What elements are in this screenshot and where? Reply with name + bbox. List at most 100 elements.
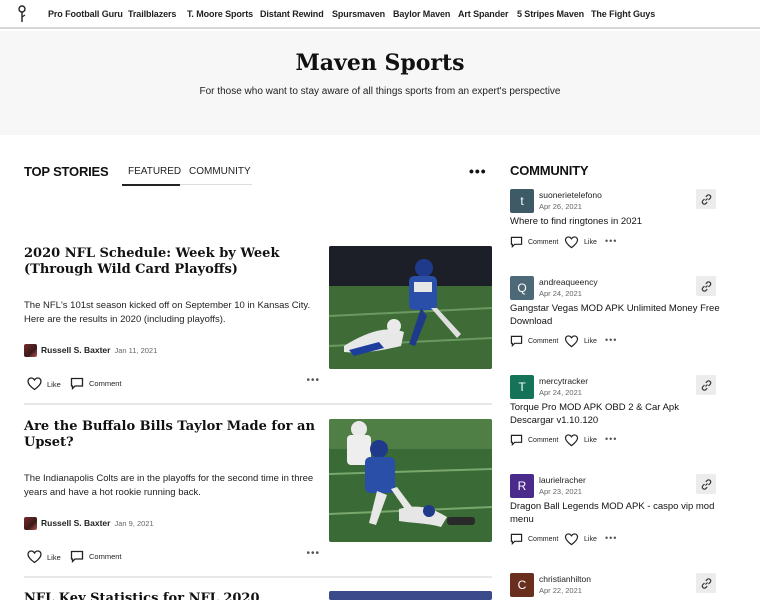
article-more-icon[interactable]: ••• <box>306 548 320 559</box>
nav-item-5-stripes-maven[interactable]: 5 Stripes Maven <box>517 9 584 19</box>
tab-featured[interactable]: FEATURED <box>122 166 181 186</box>
comment-button[interactable]: Comment <box>70 377 122 390</box>
user-avatar[interactable]: C <box>510 573 534 597</box>
article-image[interactable] <box>329 591 492 600</box>
top-stories-heading: TOP STORIES <box>24 164 109 179</box>
top-stories-more-icon[interactable]: ••• <box>469 163 487 179</box>
post-actions: Comment Like ••• <box>510 236 720 250</box>
top-navigation: Pro Football Guru Trailblazers T. Moore … <box>0 0 760 29</box>
comment-label: Comment <box>528 436 559 444</box>
post-title[interactable]: Where to find ringtones in 2021 <box>510 215 720 228</box>
community-post: Q andreaqueency Apr 24, 2021 Gangstar Ve… <box>510 276 720 351</box>
comment-label: Comment <box>528 238 559 246</box>
post-username[interactable]: andreaqueency <box>539 277 598 287</box>
article-title[interactable]: 2020 NFL Schedule: Week by Week (Through… <box>24 246 320 278</box>
heart-icon <box>564 335 579 348</box>
comment-icon <box>510 236 523 248</box>
site-tagline: For those who want to stay aware of all … <box>199 86 561 97</box>
like-button[interactable]: Like <box>27 377 61 391</box>
post-more-icon[interactable]: ••• <box>605 236 617 246</box>
nav-item-the-fight-guys[interactable]: The Fight Guys <box>591 9 655 19</box>
nav-item-distant-rewind[interactable]: Distant Rewind <box>260 9 324 19</box>
like-label: Like <box>584 536 597 543</box>
article-actions: Like Comment ••• <box>24 375 320 393</box>
link-icon <box>701 280 711 292</box>
like-button[interactable]: Like <box>564 434 597 447</box>
comment-icon <box>510 533 523 545</box>
comment-button[interactable]: Comment <box>510 335 558 347</box>
post-username[interactable]: christianhilton <box>539 574 591 584</box>
post-more-icon[interactable]: ••• <box>605 533 617 543</box>
nav-item-spursmaven[interactable]: Spursmaven <box>332 9 385 19</box>
share-link-button[interactable] <box>696 474 716 494</box>
post-username[interactable]: suonerietelefono <box>539 190 602 200</box>
post-title[interactable]: Dragon Ball Legends MOD APK - caspo vip … <box>510 500 720 526</box>
article-divider <box>24 576 492 578</box>
comment-button[interactable]: Comment <box>70 550 122 563</box>
article-byline: Russell S. Baxter Jan 11, 2021 <box>24 343 157 357</box>
user-avatar[interactable]: R <box>510 474 534 498</box>
comment-button[interactable]: Comment <box>510 236 558 248</box>
post-more-icon[interactable]: ••• <box>605 434 617 444</box>
article-byline: Russell S. Baxter Jan 9, 2021 <box>24 516 154 530</box>
link-icon <box>701 577 711 589</box>
article-date: Jan 9, 2021 <box>114 518 154 528</box>
comment-button[interactable]: Comment <box>510 533 558 545</box>
author-name[interactable]: Russell S. Baxter <box>41 518 110 528</box>
like-button[interactable]: Like <box>564 533 597 546</box>
nav-item-pro-football-guru[interactable]: Pro Football Guru <box>48 9 123 19</box>
link-icon <box>701 193 711 205</box>
post-title[interactable]: Torque Pro MOD APK OBD 2 & Car Apk Desca… <box>510 401 720 427</box>
maven-logo-icon[interactable] <box>16 5 28 23</box>
article-title[interactable]: NFL Key Statistics for NFL 2020 (Through <box>24 591 324 600</box>
comment-button[interactable]: Comment <box>510 434 558 446</box>
user-avatar[interactable]: Q <box>510 276 534 300</box>
author-avatar[interactable] <box>24 516 37 530</box>
like-label: Like <box>584 239 597 246</box>
article-image[interactable] <box>329 419 492 542</box>
share-link-button[interactable] <box>696 573 716 593</box>
site-title: Maven Sports <box>295 50 465 76</box>
post-username[interactable]: laurielracher <box>539 475 586 485</box>
article-more-icon[interactable]: ••• <box>306 375 320 386</box>
share-link-button[interactable] <box>696 189 716 209</box>
comment-label: Comment <box>528 337 559 345</box>
user-avatar[interactable]: T <box>510 375 534 399</box>
author-avatar[interactable] <box>24 343 37 357</box>
comment-icon <box>70 550 84 563</box>
like-button[interactable]: Like <box>27 550 61 564</box>
article-card: NFL Key Statistics for NFL 2020 (Through <box>24 591 492 600</box>
football-photo <box>329 246 492 369</box>
community-post: t suonerietelefono Apr 26, 2021 Where to… <box>510 189 720 251</box>
community-post: R laurielracher Apr 23, 2021 Dragon Ball… <box>510 474 720 549</box>
share-link-button[interactable] <box>696 276 716 296</box>
like-button[interactable]: Like <box>564 236 597 249</box>
post-title[interactable]: Gangstar Vegas MOD APK Unlimited Money F… <box>510 302 720 328</box>
tab-community[interactable]: COMMUNITY <box>189 166 251 186</box>
nav-item-baylor-maven[interactable]: Baylor Maven <box>393 9 450 19</box>
comment-label: Comment <box>89 379 122 388</box>
nav-item-t-moore-sports[interactable]: T. Moore Sports <box>187 9 253 19</box>
article-title[interactable]: Are the Buffalo Bills Taylor Made for an… <box>24 419 320 451</box>
article-date: Jan 11, 2021 <box>114 345 158 355</box>
nav-item-art-spander[interactable]: Art Spander <box>458 9 509 19</box>
post-date: Apr 24, 2021 <box>539 289 582 298</box>
post-more-icon[interactable]: ••• <box>605 335 617 345</box>
like-label: Like <box>584 338 597 345</box>
article-actions: Like Comment ••• <box>24 548 320 566</box>
user-avatar[interactable]: t <box>510 189 534 213</box>
article-card: Are the Buffalo Bills Taylor Made for an… <box>24 419 492 569</box>
nav-item-trailblazers[interactable]: Trailblazers <box>128 9 176 19</box>
football-photo <box>329 419 492 542</box>
article-excerpt: The NFL's 101st season kicked off on Sep… <box>24 300 311 325</box>
author-name[interactable]: Russell S. Baxter <box>41 345 110 355</box>
comment-label: Comment <box>89 552 122 561</box>
post-date: Apr 24, 2021 <box>539 388 582 397</box>
share-link-button[interactable] <box>696 375 716 395</box>
community-post: C christianhilton Apr 22, 2021 <box>510 573 720 600</box>
post-actions: Comment Like ••• <box>510 434 720 448</box>
like-button[interactable]: Like <box>564 335 597 348</box>
post-username[interactable]: mercytracker <box>539 376 588 386</box>
article-divider <box>24 403 492 405</box>
article-image[interactable] <box>329 246 492 369</box>
